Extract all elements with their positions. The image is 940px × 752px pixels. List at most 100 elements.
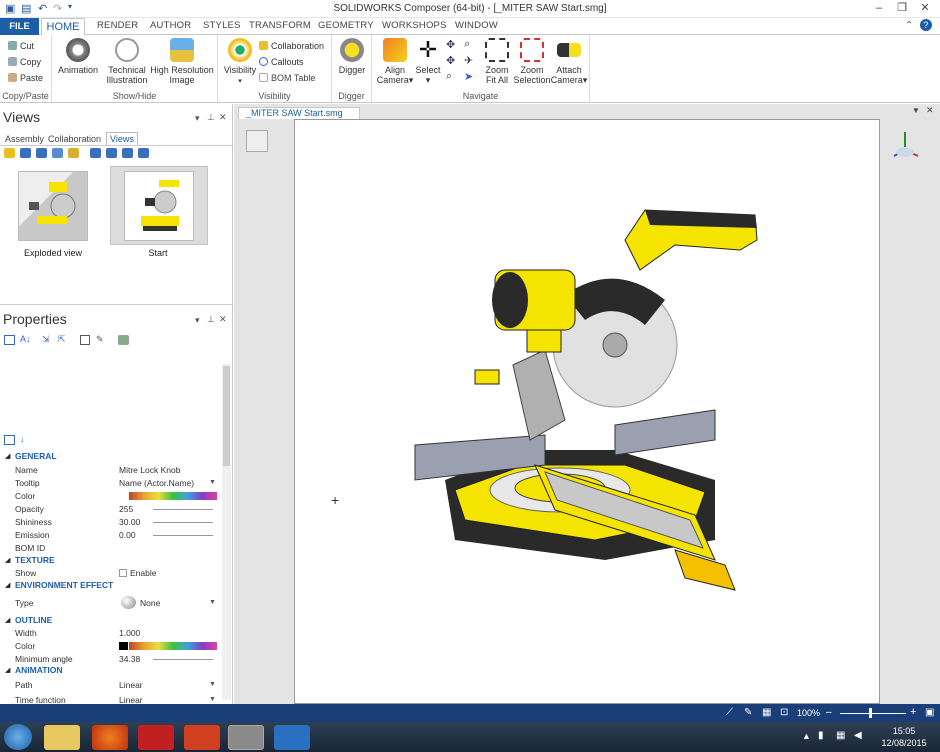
grid-icon[interactable]: ▦ [762,707,771,718]
prop-color[interactable]: Color [0,490,222,503]
expand-all-icon[interactable]: ⇲ [42,334,50,345]
copy-button[interactable]: Copy [8,55,41,69]
update-view-icon[interactable] [20,148,31,158]
outline-color-gradient[interactable] [129,642,217,650]
pin-icon[interactable]: ⊥ [207,314,215,325]
tab-window[interactable]: WINDOW [455,20,498,31]
collapse-arrow-icon[interactable]: ◢ [5,616,10,624]
help-icon[interactable]: ? [920,19,932,31]
snowflake-app-icon[interactable] [274,725,310,750]
pick-style-icon[interactable]: ✎ [96,334,104,345]
solidworks-icon[interactable] [138,725,174,750]
rotate-icon[interactable]: ✥ [446,38,455,51]
document-tab[interactable]: _MITER SAW Start.smg [238,107,360,119]
composer-icon[interactable] [228,725,264,750]
alphabetical-view-icon[interactable]: A↓ [20,334,31,344]
outline-color-swatch[interactable] [119,642,128,650]
tab-styles[interactable]: STYLES [203,20,241,31]
zoom-icon[interactable]: ⌕ [464,38,470,51]
shininess-slider[interactable] [153,522,213,523]
perspective-icon[interactable]: ⟋ [726,707,733,718]
zoom-slider[interactable] [840,713,906,714]
categorized-icon[interactable] [4,435,15,445]
tray-network-icon[interactable]: ▦ [836,730,845,741]
subtab-assembly[interactable]: Assembly [5,134,44,144]
collapse-arrow-icon[interactable]: ◢ [5,666,10,674]
panel-close-icon[interactable]: ✕ [219,314,227,325]
panel-menu-icon[interactable]: ▾ [195,113,200,124]
prop-opacity[interactable]: Opacity 255 [0,503,222,516]
attach-camera-button[interactable]: Attach Camera▾ [550,38,588,85]
select-button[interactable]: ✛ Select ▾ [413,38,443,86]
panel-close-icon[interactable]: ✕ [219,112,227,123]
collapse-arrow-icon[interactable]: ◢ [5,581,10,589]
firefox-icon[interactable] [92,725,128,750]
document-menu-icon[interactable]: ▼ [912,106,920,115]
bom-table-button[interactable]: BOM Table [259,71,315,85]
walk-icon[interactable]: ➤ [464,70,473,83]
color-gradient-picker[interactable] [129,492,217,500]
tab-workshops[interactable]: WORKSHOPS [382,20,447,31]
high-resolution-image-button[interactable]: High Resolution Image [150,38,214,85]
tray-arrow-icon[interactable]: ▲ [802,731,811,741]
ribbon-collapse-icon[interactable]: ⌃ [905,20,913,31]
tray-device-icon[interactable]: ▮ [818,730,824,741]
visibility-button[interactable]: Visibility ▾ [221,38,259,87]
emission-slider[interactable] [153,535,213,536]
pan-icon[interactable]: ✥ [446,54,455,67]
view-thumbnail-exploded[interactable] [18,171,88,241]
sort-az-icon[interactable]: ↓ [20,434,25,444]
system-clock[interactable]: 15:05 12/08/2015 [872,725,936,749]
zoom-selection-button[interactable]: Zoom Selection [512,38,552,85]
3d-viewport[interactable]: + [294,119,880,704]
subtab-collaboration[interactable]: Collaboration [48,134,101,144]
tab-render[interactable]: RENDER [97,20,138,31]
tab-transform[interactable]: TRANSFORM [249,20,311,31]
view-thumbnail-start[interactable] [124,171,194,241]
minimum-angle-slider[interactable] [153,659,213,660]
close-icon[interactable]: ✕ [914,1,936,15]
pin-icon[interactable]: ⊥ [207,112,215,123]
panel-menu-icon[interactable]: ▾ [195,315,200,326]
paste-button[interactable]: Paste [8,71,43,85]
prop-env-type[interactable]: Type None ▼ [0,596,222,610]
tab-geometry[interactable]: GEOMETRY [318,20,374,31]
scrollbar-thumb[interactable] [223,366,230,466]
collapse-arrow-icon[interactable]: ◢ [5,556,10,564]
tab-file[interactable]: FILE [0,18,39,35]
align-camera-button[interactable]: Align Camera▾ [375,38,415,85]
properties-scrollbar[interactable] [222,364,231,700]
zoom-slider-thumb[interactable] [869,708,872,718]
restore-icon[interactable]: ❐ [891,1,913,15]
subtab-views[interactable]: Views [106,132,138,145]
view-option-1-icon[interactable] [90,148,101,158]
prop-name[interactable]: Name Mitre Lock Knob [0,464,222,477]
document-close-icon[interactable]: ✕ [926,105,934,116]
cut-button[interactable]: Cut [8,39,34,53]
view-option-2-icon[interactable] [106,148,117,158]
refresh-view-icon[interactable] [36,148,47,158]
start-button-icon[interactable] [4,724,32,750]
opacity-slider[interactable] [153,509,213,510]
technical-illustration-button[interactable]: Technical Illustration [104,38,150,85]
paint-icon[interactable]: ✎ [744,707,752,718]
tab-author[interactable]: AUTHOR [150,20,191,31]
prop-texture-show[interactable]: Show Enable [0,567,222,580]
collaboration-button[interactable]: Collaboration [259,39,324,53]
prop-emission[interactable]: Emission 0.00 [0,529,222,542]
zoom-area-icon[interactable]: ⌕ [446,70,452,83]
zoom-in-icon[interactable]: + [910,706,916,718]
fullscreen-icon[interactable]: ▣ [925,707,934,718]
view-camera-icon[interactable] [52,148,63,158]
volume-icon[interactable]: ◀ [854,730,862,741]
prop-bom-id[interactable]: BOM ID [0,542,222,555]
edit-view-icon[interactable] [68,148,79,158]
collapse-arrow-icon[interactable]: ◢ [5,452,10,460]
prop-path[interactable]: Path Linear ▼ [0,679,222,692]
prop-outline-color[interactable]: Color [0,640,222,653]
prop-minimum-angle[interactable]: Minimum angle 34.38 [0,653,222,666]
callouts-button[interactable]: Callouts [259,55,304,69]
powerpoint-icon[interactable] [184,725,220,750]
enable-checkbox[interactable] [119,569,127,577]
prop-shininess[interactable]: Shininess 30.00 [0,516,222,529]
